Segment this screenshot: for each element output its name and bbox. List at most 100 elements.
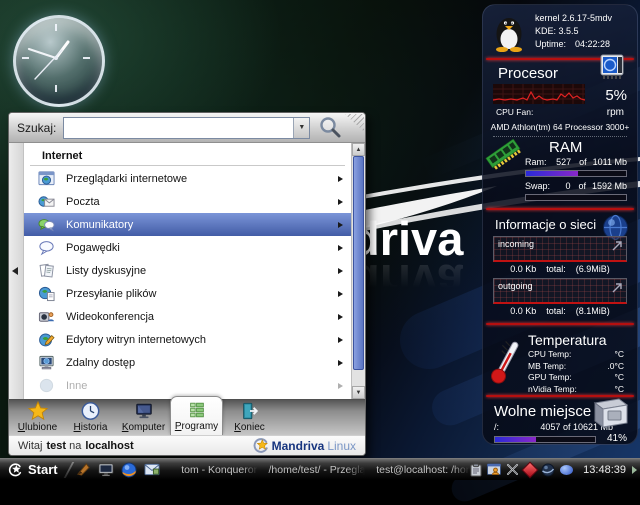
network-outgoing-graph: outgoing [493, 278, 627, 304]
network-status-icon[interactable] [560, 465, 573, 475]
dotted-separator [493, 136, 627, 137]
clipboard-icon[interactable] [470, 463, 482, 477]
back-navigation-strip[interactable] [9, 143, 24, 399]
menu-item-pogawedki[interactable]: Pogawędki [24, 236, 351, 259]
mail-client-icon[interactable] [144, 463, 160, 476]
cpu-chip-icon [598, 53, 626, 80]
search-icon [318, 115, 343, 140]
cpu-usage-graph [493, 84, 585, 104]
task-button-file-manager[interactable]: /home/test/ - Przegląd [258, 459, 366, 480]
hard-drive-icon [589, 395, 631, 431]
submenu-arrow-icon [338, 176, 343, 182]
submenu-arrow-icon [338, 314, 343, 320]
tab-historia[interactable]: Historia [64, 399, 117, 435]
leave-icon [239, 401, 261, 421]
incoming-total-label: total: [546, 264, 566, 274]
chat-icon [38, 239, 55, 256]
menu-search-bar: Szukaj: ▼ [9, 113, 365, 143]
username: test [46, 440, 66, 452]
menu-item-listy-dyskusyjne[interactable]: Listy dyskusyjne [24, 259, 351, 282]
search-input[interactable] [64, 118, 293, 138]
disk-usage-bar [494, 436, 596, 443]
scroll-down-button[interactable]: ▼ [352, 386, 365, 399]
outgoing-label: outgoing [498, 281, 533, 291]
submenu-arrow-icon [338, 291, 343, 297]
taskbar: Start tom - Konqueror [0, 458, 640, 480]
web-browser-icon[interactable] [121, 462, 137, 478]
mandriva-brand: Mandriva Linux [252, 438, 356, 454]
submenu-arrow-icon [338, 245, 343, 251]
scrollbar-track[interactable] [352, 156, 365, 386]
mandriva-star-icon [252, 438, 269, 454]
scroll-up-button[interactable]: ▲ [352, 143, 365, 156]
menu-item-przesylanie-plikow[interactable]: Przesyłanie plików [24, 282, 351, 305]
menu-footer: Witajtest nalocalhost Mandriva Linux [9, 435, 365, 455]
start-button[interactable]: Start [0, 459, 66, 480]
cpu-model: AMD Athlon(tm) 64 Processor 3000+ [483, 122, 637, 132]
temp-label: CPU Temp: [528, 349, 571, 361]
temp-label: nVidia Temp: [528, 384, 577, 396]
search-field[interactable]: ▼ [63, 117, 310, 139]
tab-ulubione[interactable]: Ulubione [11, 399, 64, 435]
wallpaper-wordmark: driva [351, 216, 463, 262]
submenu-arrow-icon [338, 222, 343, 228]
ram-of: of [579, 157, 587, 168]
menu-item-poczta[interactable]: Poczta [24, 190, 351, 213]
outgoing-total-label: total: [546, 306, 566, 316]
network-section: Informacje o sieci incoming 0.0 Kb total… [483, 217, 637, 316]
tab-programy[interactable]: Programy [170, 396, 223, 435]
submenu-arrow-icon [338, 337, 343, 343]
disk-section: Wolne miejsce /: 4057 of 10621 Mb 41% Da… [483, 403, 637, 445]
history-clock-icon [80, 401, 101, 421]
submenu-arrow-icon [338, 383, 343, 389]
uptime-label: Uptime: [535, 38, 566, 51]
temp-value: °C [614, 372, 624, 384]
menu-item-komunikatory[interactable]: Komunikatory [24, 213, 351, 236]
tab-komputer[interactable]: Komputer [117, 399, 170, 435]
other-icon [38, 377, 55, 394]
temperature-section: Temperatura CPU Temp: °C MB Temp: .0°C G… [483, 332, 637, 395]
arrow-ne-icon [611, 240, 623, 252]
input-tool-icon[interactable] [506, 463, 519, 476]
resize-grip[interactable] [340, 114, 364, 136]
mandriva-update-icon[interactable] [522, 461, 539, 478]
cpu-fan-unit: rpm [607, 107, 624, 118]
task-button-konqueror[interactable]: tom - Konqueror [170, 459, 257, 480]
outgoing-rate: 0.0 Kb [510, 306, 536, 316]
network-incoming-graph: incoming [493, 236, 627, 262]
menu-item-edytory-witryn[interactable]: Edytory witryn internetowych [24, 328, 351, 351]
menu-scrollbar[interactable]: ▲ ▼ [351, 143, 365, 399]
swap-label: Swap: [525, 181, 550, 192]
menu-item-przegladarki[interactable]: Przeglądarki internetowe [24, 167, 351, 190]
pen-icon[interactable] [76, 462, 91, 477]
temp-label: GPU Temp: [528, 372, 572, 384]
scrollbar-thumb[interactable] [353, 156, 364, 370]
show-desktop-icon[interactable] [98, 463, 114, 477]
ram-used: 527 [556, 157, 571, 168]
sysinfo-header: kernel 2.6.17-5mdv KDE: 3.5.5 Uptime: 04… [493, 12, 629, 52]
disk-of: of [563, 422, 571, 432]
menu-item-zdalny-dostep[interactable]: Zdalny dostęp [24, 351, 351, 374]
task-button-terminal[interactable]: test@localhost: /hom [365, 459, 470, 480]
menu-item-inne[interactable]: Inne [24, 374, 351, 397]
web-browser-icon [38, 170, 55, 187]
brand-name: Mandriva [272, 439, 325, 453]
taskbar-clock[interactable]: 13:48:39 [583, 464, 626, 476]
wallpaper-wordmark-reflection: driva [351, 258, 463, 304]
search-history-dropdown[interactable]: ▼ [293, 118, 309, 138]
menu-item-wideokonferencja[interactable]: Wideokonferencja [24, 305, 351, 328]
user-session-icon[interactable] [487, 463, 501, 476]
uptime-value: 04:22:28 [575, 38, 610, 51]
disk-percent: 41% [601, 433, 627, 444]
mail-icon [38, 193, 55, 210]
ram-stick-icon [485, 139, 522, 172]
back-arrow-icon [12, 267, 18, 275]
brand-suffix: Linux [327, 439, 356, 453]
kernel-version: kernel 2.6.17-5mdv [535, 12, 612, 25]
system-monitor-widget: kernel 2.6.17-5mdv KDE: 3.5.5 Uptime: 04… [482, 4, 638, 445]
panel-hide-arrow[interactable] [632, 466, 637, 474]
red-separator [486, 323, 634, 325]
tab-koniec[interactable]: Koniec [223, 399, 276, 435]
globe-tray-icon[interactable] [541, 463, 555, 477]
ram-total: 1011 Mb [593, 157, 627, 168]
